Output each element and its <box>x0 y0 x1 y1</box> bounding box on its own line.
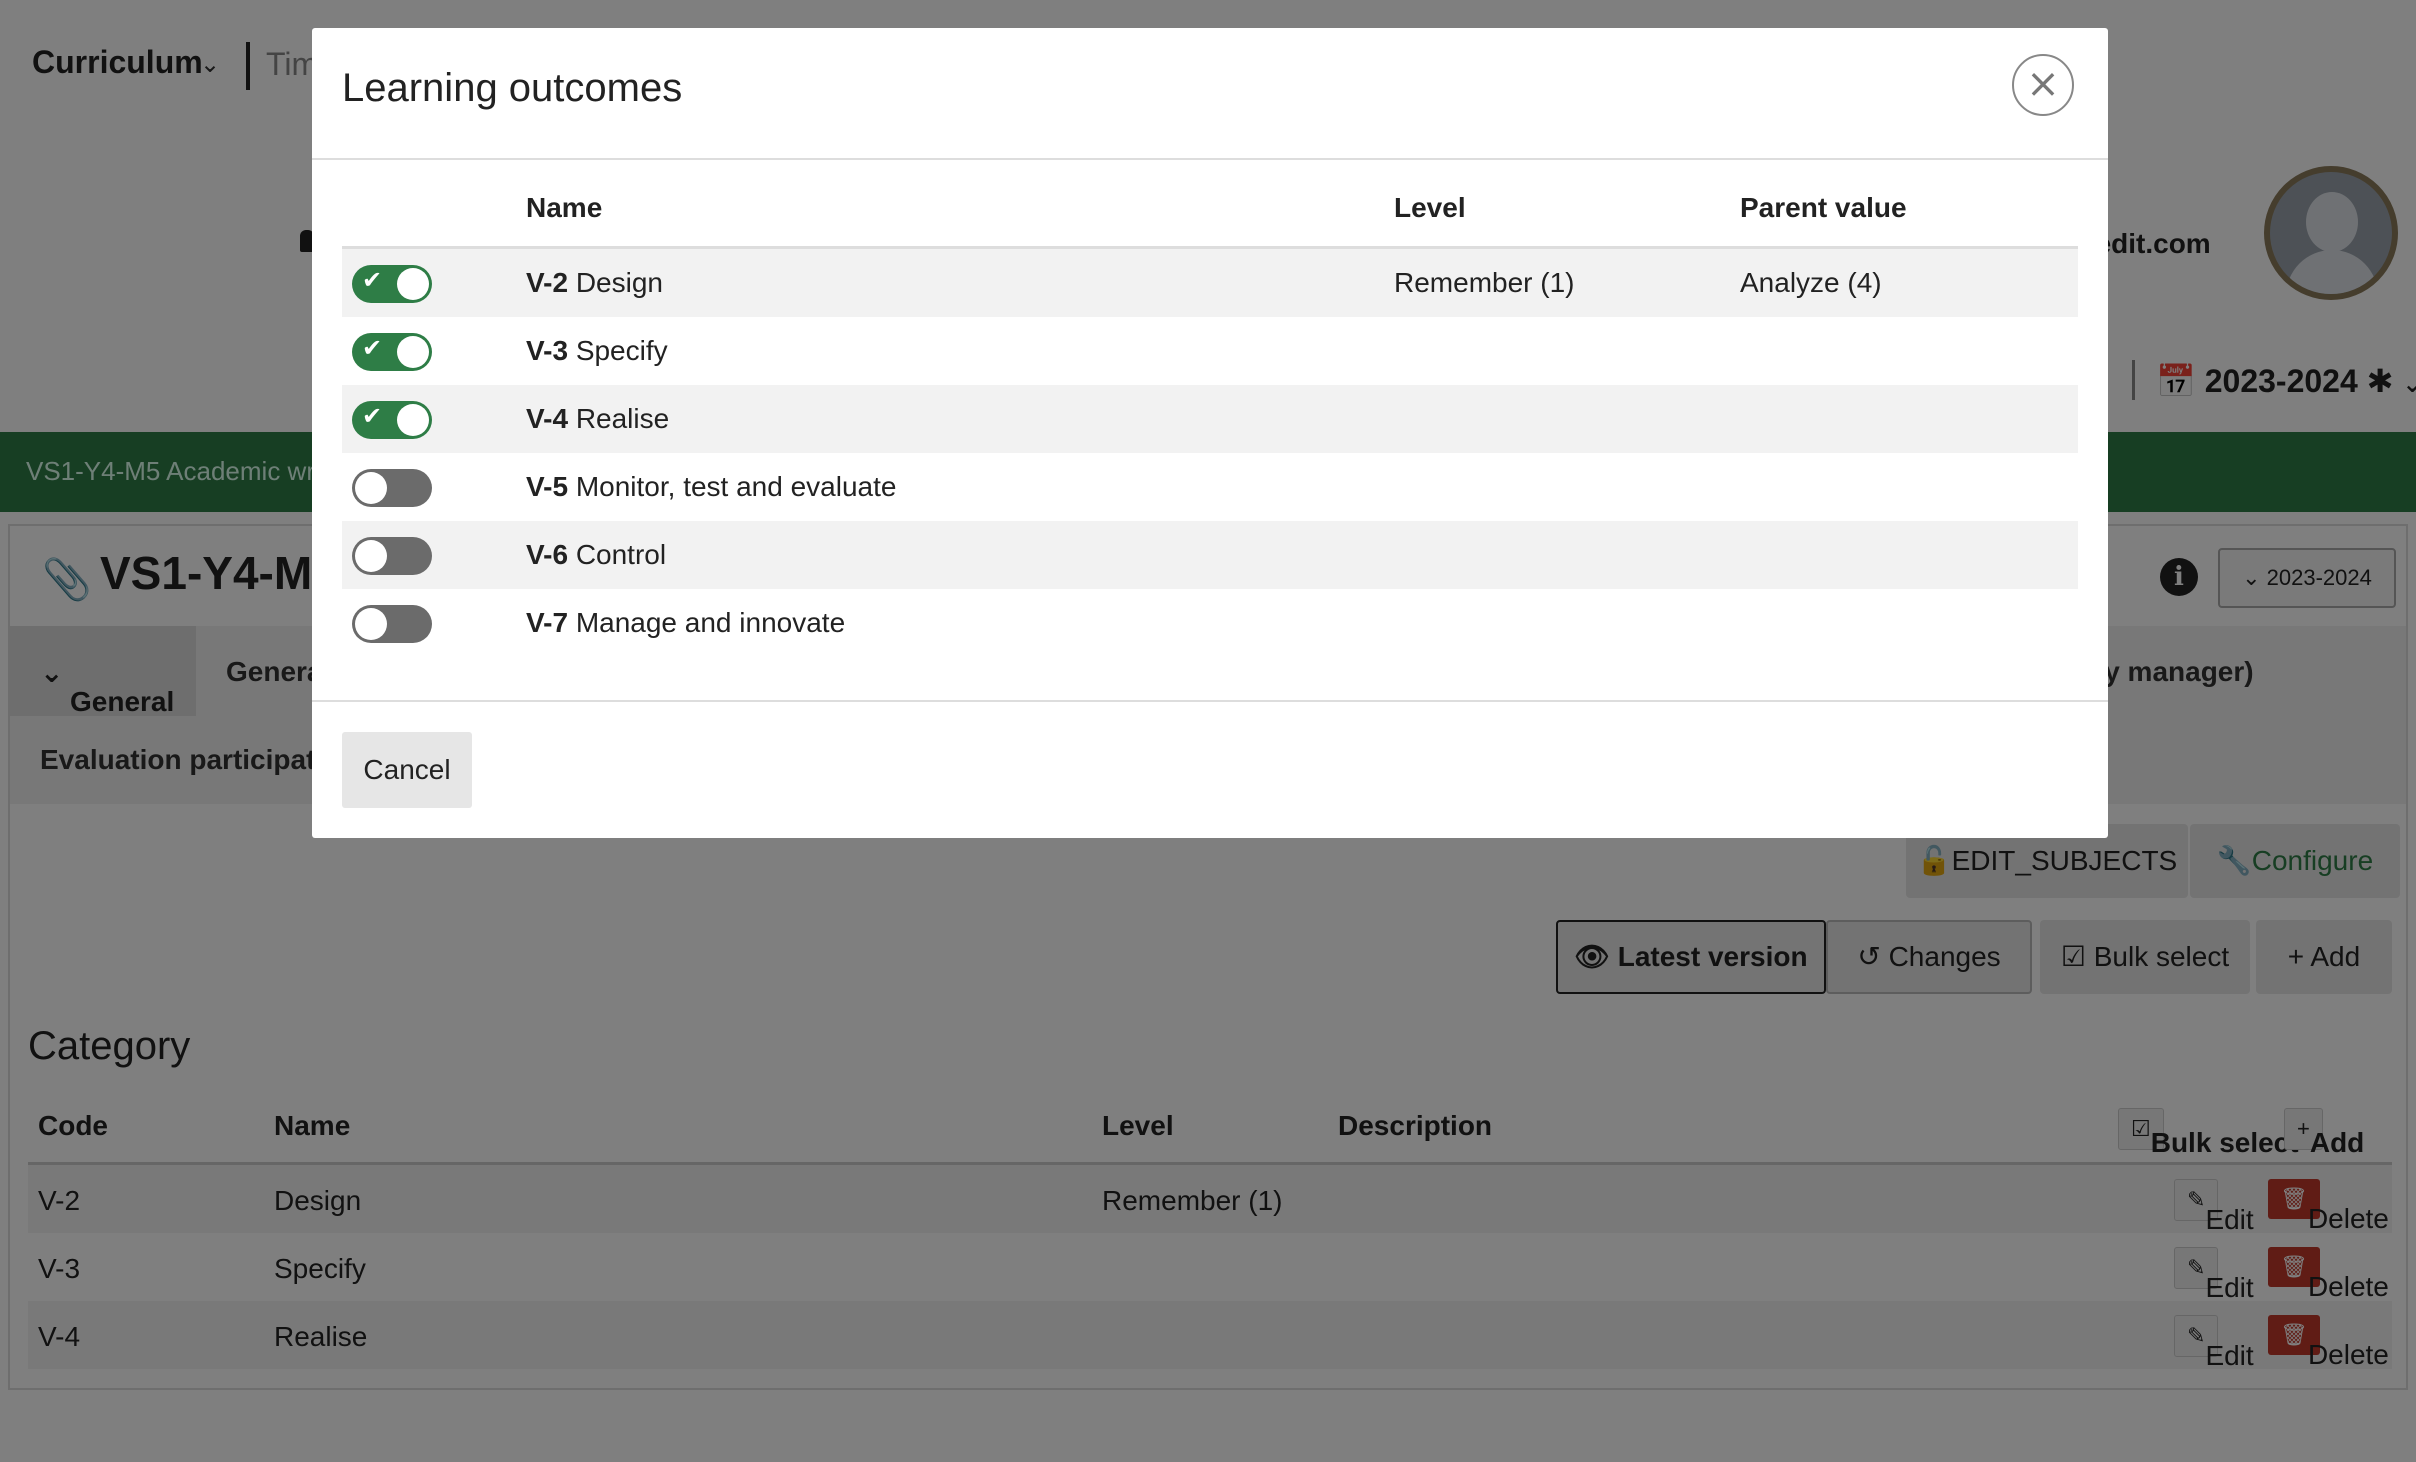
row-code: V-5 <box>526 471 569 502</box>
row-name: V-4 Realise <box>526 403 669 435</box>
check-icon: ✔ <box>362 267 383 294</box>
toggle-knob <box>397 268 429 300</box>
modal-title: Learning outcomes <box>342 66 683 110</box>
row-name: V-5 Monitor, test and evaluate <box>526 471 896 503</box>
divider <box>312 700 2108 702</box>
table-row: ✔ V-3 Specify <box>342 317 2078 385</box>
table-row: ✔ V-4 Realise <box>342 385 2078 453</box>
check-icon: ✔ <box>362 403 383 430</box>
toggle-switch[interactable] <box>352 537 432 575</box>
learning-outcomes-table: Name Level Parent value ✔ V-2 Design Rem… <box>342 158 2078 657</box>
row-code: V-6 <box>526 539 569 570</box>
row-name: V-2 Design <box>526 267 663 299</box>
col-parent-value: Parent value <box>1740 192 1907 223</box>
toggle-switch[interactable]: ✔ <box>352 401 432 439</box>
learning-outcomes-modal: Learning outcomes × Name Level Parent va… <box>312 28 2108 838</box>
row-label: Manage and innovate <box>575 607 846 638</box>
close-icon[interactable]: × <box>2012 54 2074 116</box>
toggle-switch[interactable]: ✔ <box>352 333 432 371</box>
row-code: V-3 <box>526 335 569 366</box>
toggle-switch[interactable] <box>352 469 432 507</box>
row-name: V-6 Control <box>526 539 666 571</box>
row-name: V-7 Manage and innovate <box>526 607 845 639</box>
toggle-switch[interactable]: ✔ <box>352 265 432 303</box>
row-label: Realise <box>575 403 670 434</box>
row-level: Remember (1) <box>1394 267 1575 298</box>
toggle-knob <box>355 608 387 640</box>
row-code: V-4 <box>526 403 569 434</box>
row-parent-value: Analyze (4) <box>1740 267 1882 298</box>
toggle-switch[interactable] <box>352 605 432 643</box>
toggle-knob <box>397 336 429 368</box>
row-label: Monitor, test and evaluate <box>575 471 897 502</box>
row-label: Control <box>575 539 667 570</box>
lo-table-header: Name Level Parent value <box>342 158 2078 249</box>
toggle-knob <box>355 472 387 504</box>
table-row: V-6 Control <box>342 521 2078 589</box>
table-row: V-7 Manage and innovate <box>342 589 2078 657</box>
row-label: Specify <box>575 335 668 366</box>
check-icon: ✔ <box>362 335 383 362</box>
table-row: V-5 Monitor, test and evaluate <box>342 453 2078 521</box>
col-name: Name <box>526 192 603 223</box>
row-name: V-3 Specify <box>526 335 668 367</box>
toggle-knob <box>397 404 429 436</box>
col-level: Level <box>1394 192 1466 223</box>
toggle-knob <box>355 540 387 572</box>
table-row: ✔ V-2 Design Remember (1) Analyze (4) <box>342 249 2078 317</box>
row-label: Design <box>575 267 663 298</box>
cancel-button[interactable]: Cancel <box>342 732 472 808</box>
row-code: V-7 <box>526 607 569 638</box>
row-code: V-2 <box>526 267 569 298</box>
